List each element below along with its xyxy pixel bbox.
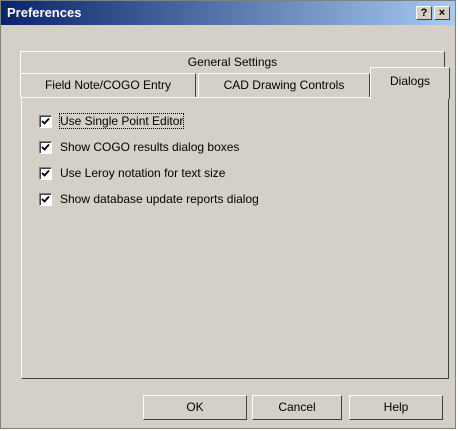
ok-button[interactable]: OK [143,395,247,420]
checkmark-icon [41,169,50,177]
option-single-point-editor[interactable]: Use Single Point Editor [39,113,185,129]
preferences-window: Preferences ? × General Settings Field N… [0,0,456,429]
checkmark-icon [41,143,50,151]
title-bar[interactable]: Preferences ? × [1,1,455,25]
dialogs-tab-panel: Use Single Point Editor Show COGO result… [21,97,449,379]
cancel-button[interactable]: Cancel [252,395,342,420]
option-label: Show database update reports dialog [60,192,259,206]
checkbox-single-point-editor[interactable] [39,114,52,128]
option-label: Show COGO results dialog boxes [60,140,240,154]
option-cogo-results[interactable]: Show COGO results dialog boxes [39,139,239,155]
checkmark-icon [41,195,50,203]
tab-field-note-cogo-entry[interactable]: Field Note/COGO Entry [20,73,196,97]
option-leroy-notation[interactable]: Use Leroy notation for text size [39,165,225,181]
checkbox-leroy-notation[interactable] [39,166,52,180]
option-label: Use Single Point Editor [58,113,185,129]
checkbox-database-update-reports[interactable] [39,192,52,206]
option-database-update-reports[interactable]: Show database update reports dialog [39,191,259,207]
tab-dialogs[interactable]: Dialogs [370,67,450,99]
checkmark-icon [41,117,50,125]
help-button[interactable]: Help [349,395,443,420]
window-title: Preferences [7,5,82,20]
help-title-button[interactable]: ? [416,6,432,20]
tab-cad-drawing-controls[interactable]: CAD Drawing Controls [198,73,370,97]
option-label: Use Leroy notation for text size [60,166,226,180]
close-title-button[interactable]: × [434,6,450,20]
checkbox-cogo-results[interactable] [39,140,52,154]
